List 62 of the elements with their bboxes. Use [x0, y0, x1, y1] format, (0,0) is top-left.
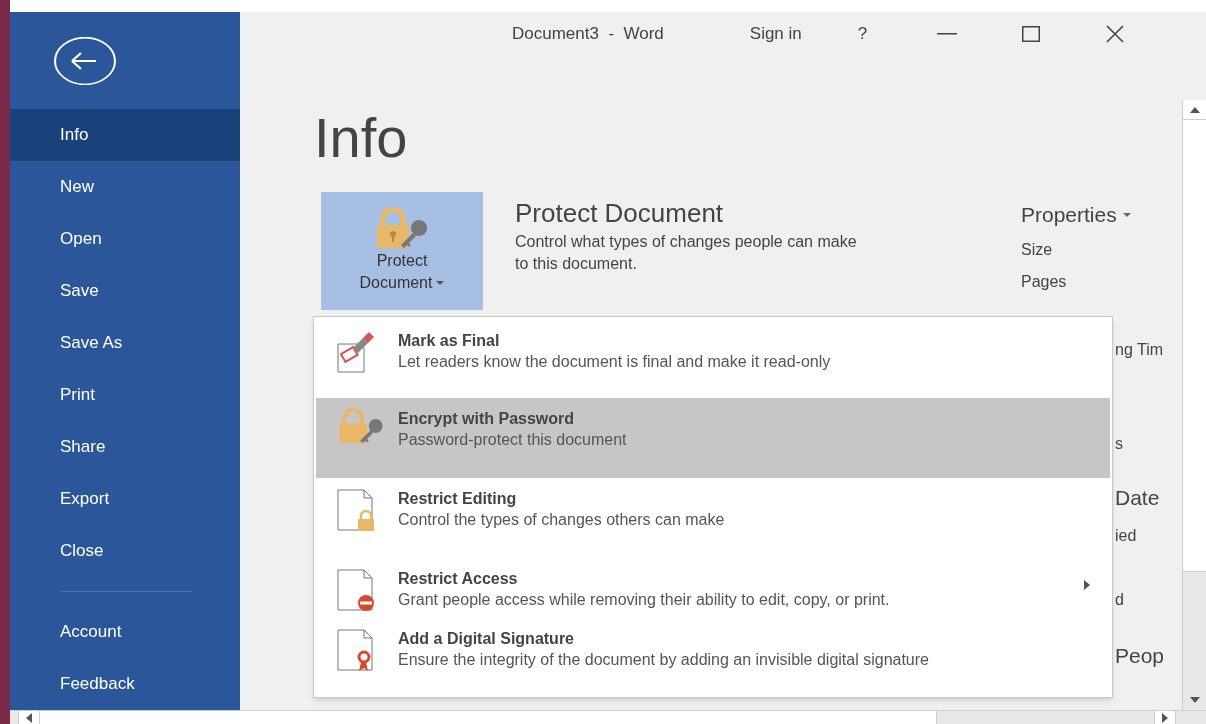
section-heading: Protect Document: [515, 197, 724, 230]
sidebar-item[interactable]: Print: [10, 369, 240, 422]
scroll-right-button[interactable]: [1154, 711, 1176, 724]
sidebar-item[interactable]: Account: [10, 606, 240, 658]
menu-item-description: Grant people access while removing their ability to edit, copy, or print.: [398, 590, 891, 610]
back-arrow-icon: [54, 36, 116, 85]
menu-item-description: Ensure the integrity of the document by adding an invisible digital signature: [398, 650, 930, 670]
up-arrow-icon: [1189, 106, 1200, 113]
menu-item-title: Add a Digital Signature: [398, 629, 574, 649]
sidebar-item[interactable]: New: [10, 161, 240, 214]
sidebar-item[interactable]: Export: [10, 473, 240, 526]
menu-item-title: Restrict Editing: [398, 489, 517, 509]
right-arrow-icon: [1162, 712, 1168, 723]
menu-item[interactable]: Restrict Access Grant people access while removing their ability to edit, copy, or print.: [316, 558, 1110, 618]
properties-dropdown[interactable]: Properties: [1021, 200, 1131, 230]
document-ribbon-icon: [336, 628, 376, 672]
down-arrow-icon: [1189, 697, 1200, 703]
menu-item-description: Password-protect this document: [398, 430, 628, 450]
close-icon: [1106, 25, 1125, 43]
menu-item-title: Encrypt with Password: [398, 409, 575, 429]
scroll-left-button[interactable]: [18, 711, 40, 724]
menu-item[interactable]: Restrict Editing Control the types of changes others can make: [316, 478, 1110, 558]
window-title: Document3 - Word: [512, 23, 664, 46]
horizontal-scroll-thumb[interactable]: [40, 711, 937, 724]
sidebar-item[interactable]: Close: [10, 525, 240, 578]
left-arrow-icon: [26, 712, 32, 723]
menu-item[interactable]: Add a Digital Signature Ensure the integrity of the document by adding an invisible digital signature: [316, 618, 1110, 692]
property-label: s: [1115, 434, 1123, 454]
page-title: Info: [314, 106, 408, 170]
menu-item[interactable]: Mark as Final Let readers know the document is final and make it read-only: [316, 320, 1110, 398]
menu-item-title: Restrict Access: [398, 569, 518, 589]
sidebar-item[interactable]: Save As: [10, 317, 240, 370]
document-no-entry-icon: [336, 568, 376, 612]
property-label: Peop: [1115, 644, 1165, 668]
protect-document-button[interactable]: Protect Document: [321, 192, 483, 310]
minimize-icon: [937, 33, 958, 35]
sidebar-item[interactable]: Feedback: [10, 658, 240, 710]
caret-icon: [436, 280, 445, 286]
scroll-thumb[interactable]: [1183, 120, 1206, 572]
menu-item[interactable]: Encrypt with Password Password-protect this document: [316, 398, 1110, 478]
property-label: d: [1115, 590, 1124, 610]
caret-icon: [1122, 212, 1131, 218]
section-description: Control what types of changes people can make to this document.: [515, 232, 858, 274]
property-label: Size: [1021, 240, 1053, 260]
menu-item-description: Let readers know the document is final and make it read-only: [398, 352, 832, 372]
sidebar-item[interactable]: Info: [10, 109, 240, 162]
scroll-up-button[interactable]: [1183, 100, 1206, 120]
sidebar-item[interactable]: Share: [10, 421, 240, 474]
property-label: Date: [1115, 486, 1160, 510]
document-lock-icon: [336, 488, 376, 532]
menu-item-title: Mark as Final: [398, 331, 500, 351]
property-label: Pages: [1021, 272, 1067, 292]
back-button[interactable]: [54, 36, 116, 85]
property-label: ng Tim: [1115, 340, 1163, 360]
sign-in-link[interactable]: Sign in: [749, 21, 802, 47]
menu-item-description: Control the types of changes others can make: [398, 510, 726, 530]
sidebar-item[interactable]: Save: [10, 265, 240, 318]
document-stamp-icon: [336, 330, 376, 374]
help-button[interactable]: ?: [857, 21, 868, 47]
property-label: ied: [1115, 526, 1137, 546]
sidebar-item[interactable]: Open: [10, 213, 240, 266]
maximize-icon: [1022, 26, 1041, 42]
